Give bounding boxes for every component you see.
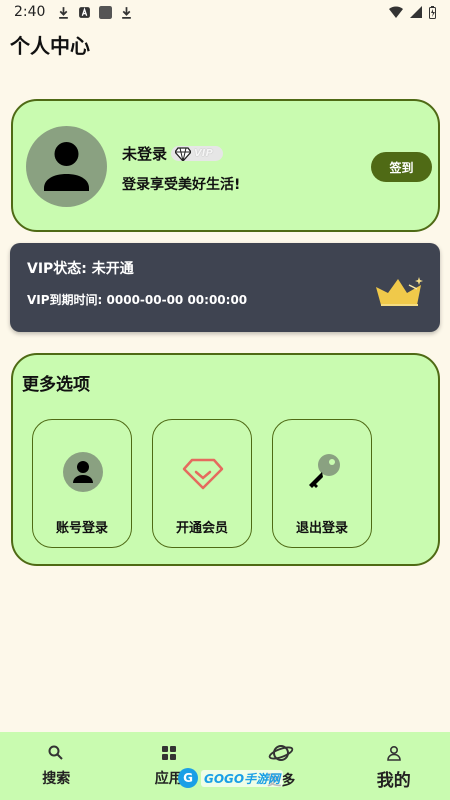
download-icon: [59, 6, 69, 19]
avatar-person-icon: [44, 142, 89, 191]
nav-search[interactable]: 搜索: [0, 732, 113, 800]
account-login-tile[interactable]: 账号登录: [32, 419, 132, 548]
crown-icon: [376, 277, 423, 306]
watermark: G GOGO手游网: [178, 767, 284, 789]
options-title: 更多选项: [22, 375, 90, 395]
vip-badge: VIP: [171, 146, 223, 161]
tile-label: 开通会员: [175, 521, 228, 536]
status-time: 2:40: [14, 4, 46, 20]
download-icon: [122, 6, 132, 19]
planet-icon: [268, 745, 294, 761]
diamond-icon: [182, 458, 224, 490]
watermark-text: GOGO手游网: [201, 769, 284, 787]
app-icon: [99, 5, 113, 19]
status-bar: 2:40: [0, 0, 450, 24]
profile-card[interactable]: 未登录 VIP 登录享受美好生活! 签到: [11, 99, 440, 232]
nav-mine[interactable]: 我的: [338, 732, 450, 800]
grid-icon: [161, 746, 176, 760]
vip-badge-text: VIP: [194, 148, 213, 159]
key-icon: [309, 454, 340, 488]
tile-label: 退出登录: [295, 521, 348, 536]
username-row: 未登录 VIP: [122, 143, 223, 164]
signal-icon: [410, 6, 422, 18]
nav-label: 搜索: [42, 771, 71, 787]
gem-icon: [175, 146, 192, 161]
nav-more[interactable]: 更多: [225, 732, 338, 800]
font-icon: [79, 6, 91, 18]
search-icon: [48, 745, 63, 760]
user-icon: [63, 452, 103, 492]
wifi-icon: [389, 6, 403, 18]
nav-apps[interactable]: 应用: [113, 732, 226, 800]
vip-expire-time: VIP到期时间: 0000-00-00 00:00:00: [27, 293, 248, 307]
logout-tile[interactable]: 退出登录: [272, 419, 372, 548]
page-title: 个人中心: [10, 34, 90, 58]
username: 未登录: [122, 145, 168, 163]
watermark-logo-icon: G: [178, 768, 198, 788]
nav-label: 我的: [376, 771, 411, 791]
vip-status-card[interactable]: VIP状态: 未开通 VIP到期时间: 0000-00-00 00:00:00: [10, 243, 440, 332]
battery-icon: [429, 5, 436, 19]
profile-subtitle: 登录享受美好生活!: [122, 177, 241, 193]
vip-status: VIP状态: 未开通: [27, 261, 134, 277]
more-options-card: 更多选项 账号登录 开通会员 退出登录: [11, 353, 440, 566]
open-membership-tile[interactable]: 开通会员: [152, 419, 252, 548]
bottom-nav: 搜索 应用 更多 我的: [0, 732, 450, 800]
tile-label: 账号登录: [55, 521, 108, 536]
person-icon: [386, 745, 401, 761]
avatar[interactable]: [26, 126, 107, 207]
checkin-button[interactable]: 签到: [371, 152, 432, 182]
